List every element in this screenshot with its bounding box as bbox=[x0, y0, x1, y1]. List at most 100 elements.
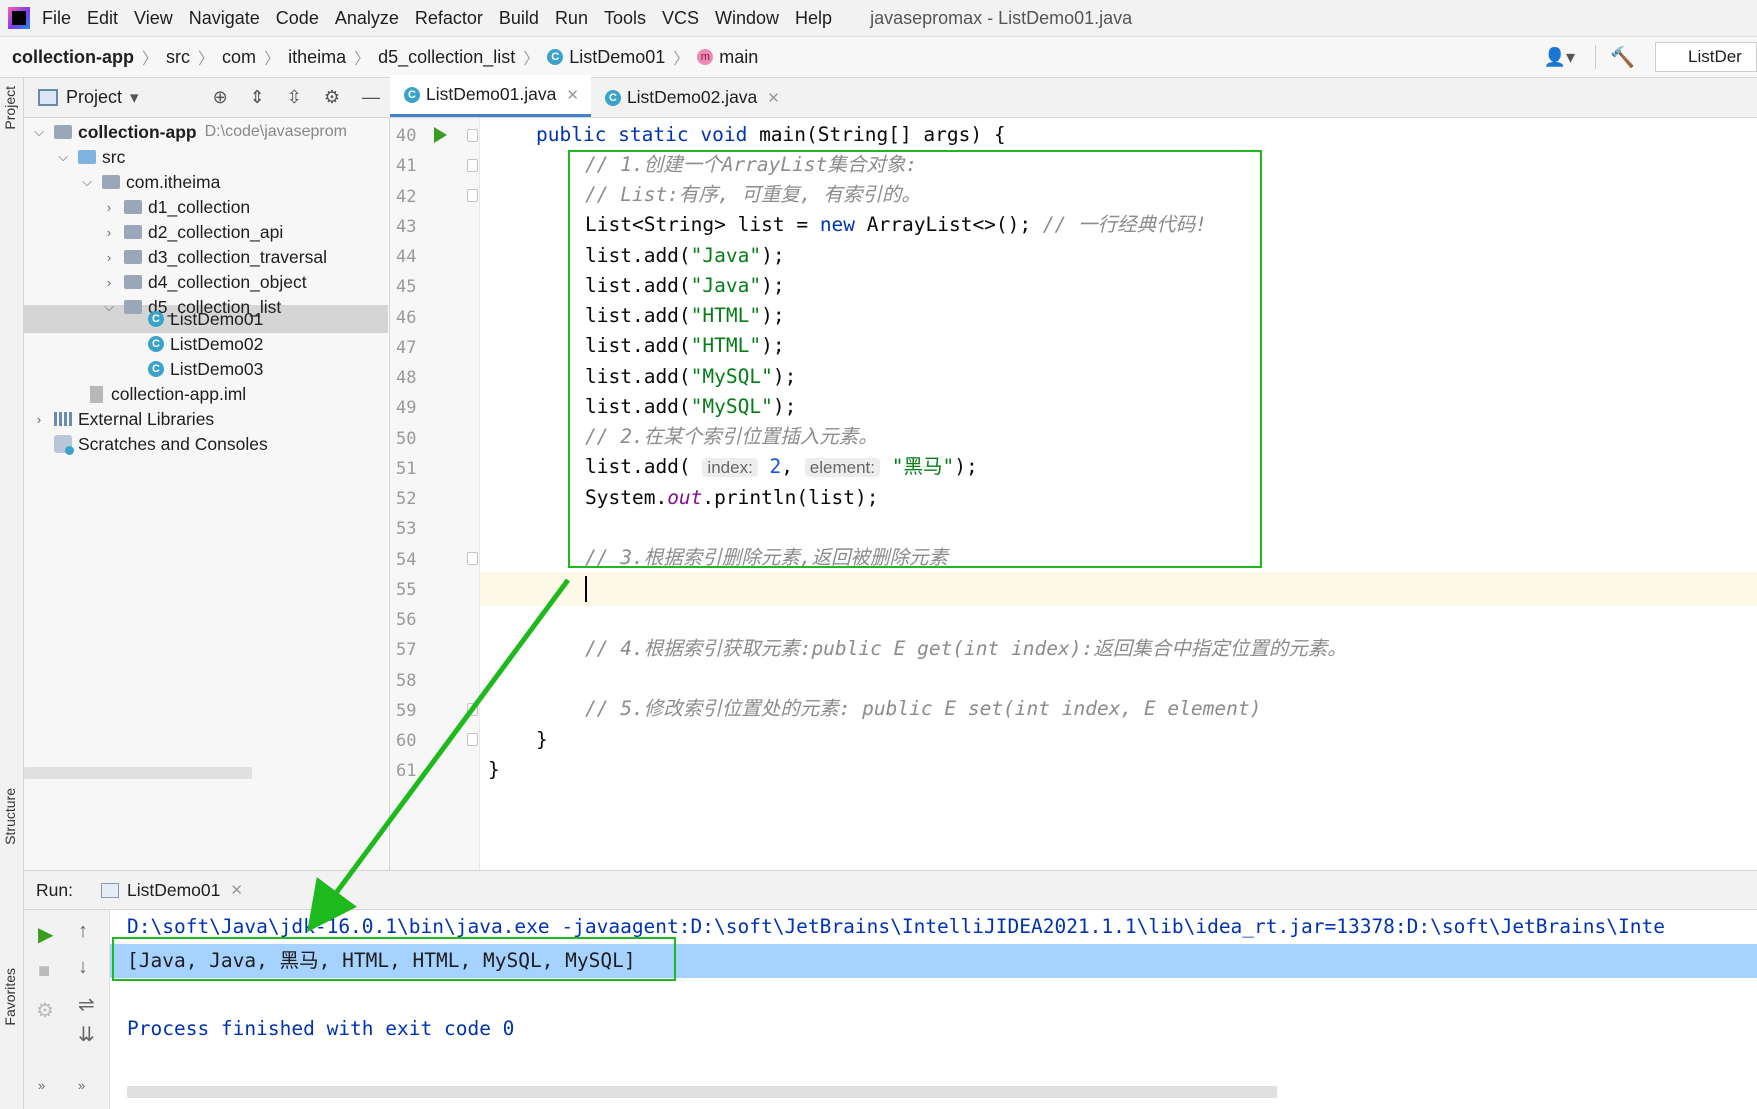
line-number: 55 bbox=[396, 579, 417, 600]
package-icon bbox=[102, 175, 120, 189]
menu-item-code[interactable]: Code bbox=[276, 8, 319, 29]
expand-all-icon[interactable]: ⇕ bbox=[250, 87, 265, 108]
fold-marker-icon[interactable] bbox=[467, 129, 478, 142]
gear-icon[interactable]: ⚙ bbox=[324, 87, 340, 108]
stop-icon[interactable]: ■ bbox=[38, 960, 50, 983]
soft-wrap-icon[interactable]: ⇌ bbox=[78, 992, 95, 1017]
fold-marker-icon[interactable] bbox=[467, 189, 478, 202]
project-tool-tab[interactable]: Project bbox=[2, 86, 18, 130]
tab-listdemo01[interactable]: C ListDemo01.java ✕ bbox=[390, 75, 591, 117]
favorites-tool-tab[interactable]: Favorites bbox=[2, 968, 18, 1026]
close-icon[interactable]: ✕ bbox=[566, 86, 579, 104]
tree-label: ListDemo01 bbox=[170, 308, 264, 329]
code-line-59: // 5.修改索引位置处的元素: public E set(int index,… bbox=[585, 697, 1262, 720]
breadcrumb-class[interactable]: ListDemo01 bbox=[569, 47, 665, 68]
run-config-selector[interactable]: ListDer bbox=[1655, 42, 1757, 72]
line-number: 54 bbox=[396, 549, 417, 570]
tree-folder-d2[interactable]: › d2_collection_api bbox=[102, 218, 283, 246]
class-icon: C bbox=[404, 86, 420, 103]
package-icon bbox=[124, 200, 142, 214]
tree-file-listdemo01[interactable]: C ListDemo01 bbox=[148, 305, 263, 333]
window-title: javasepromax - ListDemo01.java bbox=[870, 7, 1133, 28]
chevron-right-icon[interactable]: › bbox=[102, 200, 116, 215]
fold-marker-icon[interactable] bbox=[467, 159, 478, 172]
user-icon[interactable]: 👤▾ bbox=[1544, 47, 1575, 68]
collapse-all-icon[interactable]: ⇳ bbox=[287, 87, 302, 108]
scroll-to-end-icon[interactable]: ⇊ bbox=[78, 1022, 95, 1047]
package-icon bbox=[124, 250, 142, 264]
menu-item-edit[interactable]: Edit bbox=[87, 8, 118, 29]
package-icon bbox=[124, 275, 142, 289]
menu-item-help[interactable]: Help bbox=[795, 8, 832, 29]
tree-folder-d3[interactable]: › d3_collection_traversal bbox=[102, 243, 327, 271]
rerun-icon[interactable]: ▶ bbox=[38, 922, 53, 947]
console-exit-line: Process finished with exit code 0 bbox=[127, 1017, 515, 1040]
tree-label: d4_collection_object bbox=[148, 271, 307, 292]
menu-item-window[interactable]: Window bbox=[715, 8, 779, 29]
fold-marker-icon[interactable] bbox=[467, 552, 478, 565]
chevron-right-icon[interactable]: › bbox=[102, 275, 116, 290]
tree-label: ListDemo03 bbox=[170, 358, 264, 379]
chevron-down-icon[interactable]: ⌵ bbox=[80, 174, 94, 190]
structure-tool-tab[interactable]: Structure bbox=[2, 788, 18, 845]
settings-icon[interactable]: ⚙ bbox=[36, 998, 54, 1023]
tree-label: ListDemo02 bbox=[170, 333, 264, 354]
chevron-down-icon[interactable]: ⌵ bbox=[56, 149, 70, 165]
breadcrumb-itheima[interactable]: itheima bbox=[288, 47, 346, 68]
fold-marker-icon[interactable] bbox=[467, 733, 478, 746]
chevron-down-icon[interactable]: ⌵ bbox=[102, 299, 116, 315]
scroll-up-icon[interactable]: ↑ bbox=[78, 920, 88, 943]
chevron-right-icon[interactable]: › bbox=[102, 250, 116, 265]
tree-scratches[interactable]: Scratches and Consoles bbox=[54, 430, 268, 458]
tree-package[interactable]: ⌵ com.itheima bbox=[80, 168, 220, 196]
breadcrumb-method[interactable]: main bbox=[719, 47, 758, 68]
menu-item-run[interactable]: Run bbox=[555, 8, 588, 29]
tree-file-listdemo02[interactable]: C ListDemo02 bbox=[148, 330, 263, 358]
chevron-right-icon[interactable]: › bbox=[32, 412, 46, 427]
project-view-selector[interactable]: Project bbox=[66, 87, 122, 108]
chevron-down-icon[interactable]: ▾ bbox=[130, 88, 139, 108]
tree-root[interactable]: ⌵ collection-app D:\code\javaseprom bbox=[32, 118, 347, 146]
chevron-right-icon[interactable]: › bbox=[102, 225, 116, 240]
main-menu: File Edit View Navigate Code Analyze Refactor B… bbox=[42, 8, 848, 29]
close-icon[interactable]: ✕ bbox=[767, 89, 780, 107]
run-main-icon[interactable] bbox=[434, 127, 447, 143]
source-folder-icon bbox=[78, 150, 96, 164]
menu-item-tools[interactable]: Tools bbox=[604, 8, 646, 29]
menu-item-view[interactable]: View bbox=[134, 8, 173, 29]
run-tab-label: ListDemo01 bbox=[126, 879, 221, 900]
menu-item-analyze[interactable]: Analyze bbox=[335, 8, 399, 29]
console-horizontal-scrollbar[interactable] bbox=[127, 1086, 1277, 1098]
tree-external-libraries[interactable]: › External Libraries bbox=[32, 405, 214, 433]
tree-label: External Libraries bbox=[78, 408, 215, 429]
tree-folder-d1[interactable]: › d1_collection bbox=[102, 193, 250, 221]
tab-listdemo02[interactable]: C ListDemo02.java ✕ bbox=[591, 78, 792, 117]
menu-item-file[interactable]: File bbox=[42, 8, 71, 29]
breadcrumb-com[interactable]: com bbox=[222, 47, 256, 68]
menu-item-navigate[interactable]: Navigate bbox=[189, 8, 260, 29]
project-horizontal-scrollbar[interactable] bbox=[24, 767, 252, 779]
breadcrumb: collection-app 〉 src 〉 com 〉 itheima 〉 d5_co… bbox=[12, 46, 759, 69]
breadcrumb-package[interactable]: d5_collection_list bbox=[378, 47, 515, 68]
tree-iml-file[interactable]: collection-app.iml bbox=[90, 380, 246, 408]
tree-folder-d4[interactable]: › d4_collection_object bbox=[102, 268, 307, 296]
more-icon[interactable]: » bbox=[78, 1078, 85, 1093]
more-icon[interactable]: » bbox=[38, 1078, 45, 1093]
tree-file-listdemo03[interactable]: C ListDemo03 bbox=[148, 355, 263, 383]
hide-icon[interactable]: — bbox=[362, 87, 380, 108]
tree-label: Scratches and Consoles bbox=[78, 433, 268, 454]
tree-src[interactable]: ⌵ src bbox=[56, 143, 125, 171]
chevron-down-icon[interactable]: ⌵ bbox=[32, 124, 46, 140]
menu-item-build[interactable]: Build bbox=[499, 8, 539, 29]
scroll-down-icon[interactable]: ↓ bbox=[78, 956, 88, 979]
run-tab-listdemo01[interactable]: ListDemo01 ✕ bbox=[100, 879, 243, 901]
menu-item-refactor[interactable]: Refactor bbox=[415, 8, 483, 29]
menu-item-vcs[interactable]: VCS bbox=[662, 8, 699, 29]
build-hammer-icon[interactable]: 🔨 bbox=[1610, 45, 1635, 70]
tab-label: ListDemo01.java bbox=[426, 84, 557, 104]
breadcrumb-src[interactable]: src bbox=[166, 47, 190, 68]
close-icon[interactable]: ✕ bbox=[230, 881, 243, 899]
breadcrumb-project[interactable]: collection-app bbox=[12, 47, 134, 68]
fold-marker-icon[interactable] bbox=[467, 703, 478, 716]
locate-icon[interactable]: ⊕ bbox=[213, 87, 228, 108]
